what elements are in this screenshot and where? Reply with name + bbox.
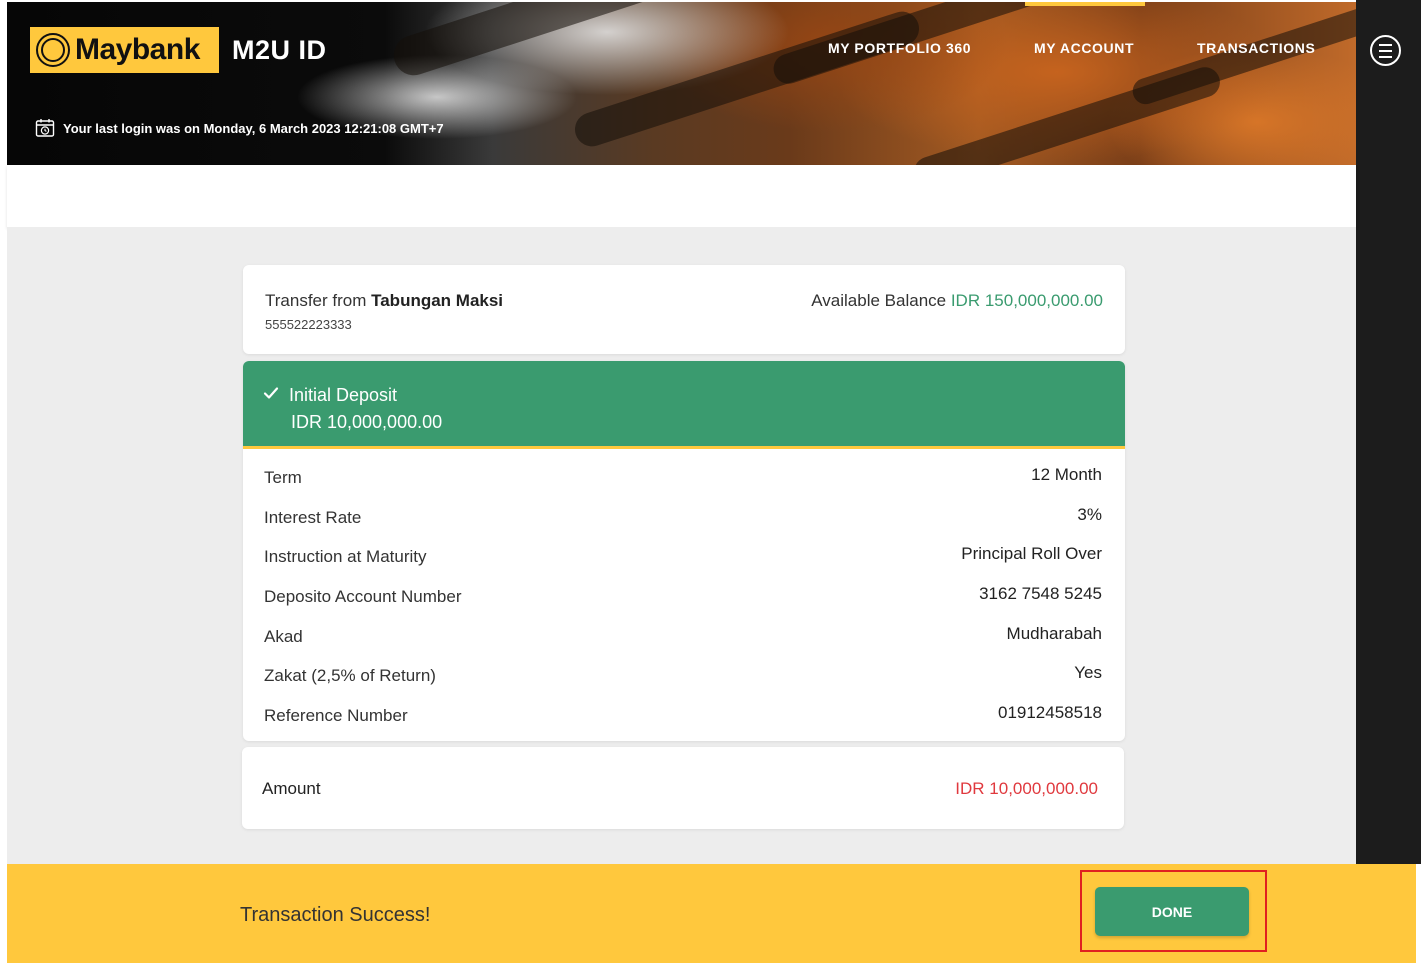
amount-label: Amount xyxy=(262,779,321,798)
amount-value: IDR 10,000,000.00 xyxy=(955,779,1098,798)
detail-row-term: Term 12 Month xyxy=(243,459,1125,499)
detail-row-deposito-account-number: Deposito Account Number 3162 7548 5245 xyxy=(243,578,1125,618)
source-account-name: Tabungan Maksi xyxy=(371,291,504,310)
detail-label: Deposito Account Number xyxy=(264,587,462,607)
detail-value: 3% xyxy=(1077,504,1102,524)
amount-card: Amount IDR 10,000,000.00 xyxy=(242,747,1124,829)
main-content: Transfer from Tabungan Maksi 55552222333… xyxy=(7,227,1356,864)
available-balance-value: IDR 150,000,000.00 xyxy=(950,291,1103,310)
detail-label: Reference Number xyxy=(264,706,408,726)
deposit-summary-header: Initial Deposit IDR 10,000,000.00 xyxy=(243,361,1125,449)
hamburger-menu-icon[interactable] xyxy=(1370,35,1401,66)
transfer-from-card: Transfer from Tabungan Maksi 55552222333… xyxy=(243,265,1125,354)
detail-row-zakat: Zakat (2,5% of Return) Yes xyxy=(243,657,1125,697)
transaction-status-text: Transaction Success! xyxy=(240,904,431,926)
detail-value: 12 Month xyxy=(1031,465,1102,484)
nav-my-portfolio-360[interactable]: MY PORTFOLIO 360 xyxy=(828,40,971,56)
detail-label: Akad xyxy=(264,626,303,646)
detail-value: Principal Roll Over xyxy=(961,544,1102,564)
available-balance-label: Available Balance xyxy=(811,291,951,310)
detail-value: Mudharabah xyxy=(1006,623,1102,643)
header-banner: Maybank M2U ID MY PORTFOLIO 360 MY ACCOU… xyxy=(7,2,1356,165)
transfer-from-prefix: Transfer from xyxy=(265,291,372,310)
app-title: M2U ID xyxy=(232,35,327,65)
available-balance: Available Balance IDR 150,000,000.00 xyxy=(811,291,1103,311)
detail-label: Zakat (2,5% of Return) xyxy=(264,666,436,686)
nav-my-account[interactable]: MY ACCOUNT xyxy=(1034,40,1134,56)
last-login-text: Your last login was on Monday, 6 March 2… xyxy=(63,120,444,136)
done-button[interactable]: DONE xyxy=(1095,887,1249,936)
checkmark-icon xyxy=(263,387,279,399)
detail-row-instruction-at-maturity: Instruction at Maturity Principal Roll O… xyxy=(243,538,1125,578)
detail-label: Interest Rate xyxy=(264,507,362,527)
source-account-number: 555522223333 xyxy=(265,317,352,332)
tiger-emblem-icon xyxy=(36,33,70,67)
detail-row-interest-rate: Interest Rate 3% xyxy=(243,499,1125,539)
maybank-logo[interactable]: Maybank xyxy=(30,27,219,73)
deposit-details-card: Initial Deposit IDR 10,000,000.00 Term 1… xyxy=(243,361,1125,741)
nav-transactions[interactable]: TRANSACTIONS xyxy=(1197,40,1315,56)
transfer-from-line: Transfer from Tabungan Maksi xyxy=(265,291,503,311)
detail-value: 3162 7548 5245 xyxy=(979,584,1102,604)
detail-label: Term xyxy=(264,468,302,487)
deposit-title: Initial Deposit xyxy=(289,385,398,405)
deposit-amount: IDR 10,000,000.00 xyxy=(291,412,443,432)
right-sidebar xyxy=(1356,0,1421,864)
deposit-details-list: Term 12 Month Interest Rate 3% Instructi… xyxy=(243,459,1125,737)
last-login-info: Your last login was on Monday, 6 March 2… xyxy=(35,118,444,138)
detail-value: Yes xyxy=(1074,663,1102,683)
nav-active-indicator xyxy=(1025,2,1145,6)
detail-value: 01912458518 xyxy=(997,703,1102,723)
calendar-clock-icon xyxy=(35,119,55,137)
transaction-status-bar: Transaction Success! DONE xyxy=(7,864,1416,963)
logo-text: Maybank xyxy=(75,33,200,66)
subheader-strip xyxy=(7,165,1356,227)
detail-label: Instruction at Maturity xyxy=(264,547,427,567)
detail-row-akad: Akad Mudharabah xyxy=(243,618,1125,658)
detail-row-reference-number: Reference Number 01912458518 xyxy=(243,697,1125,737)
